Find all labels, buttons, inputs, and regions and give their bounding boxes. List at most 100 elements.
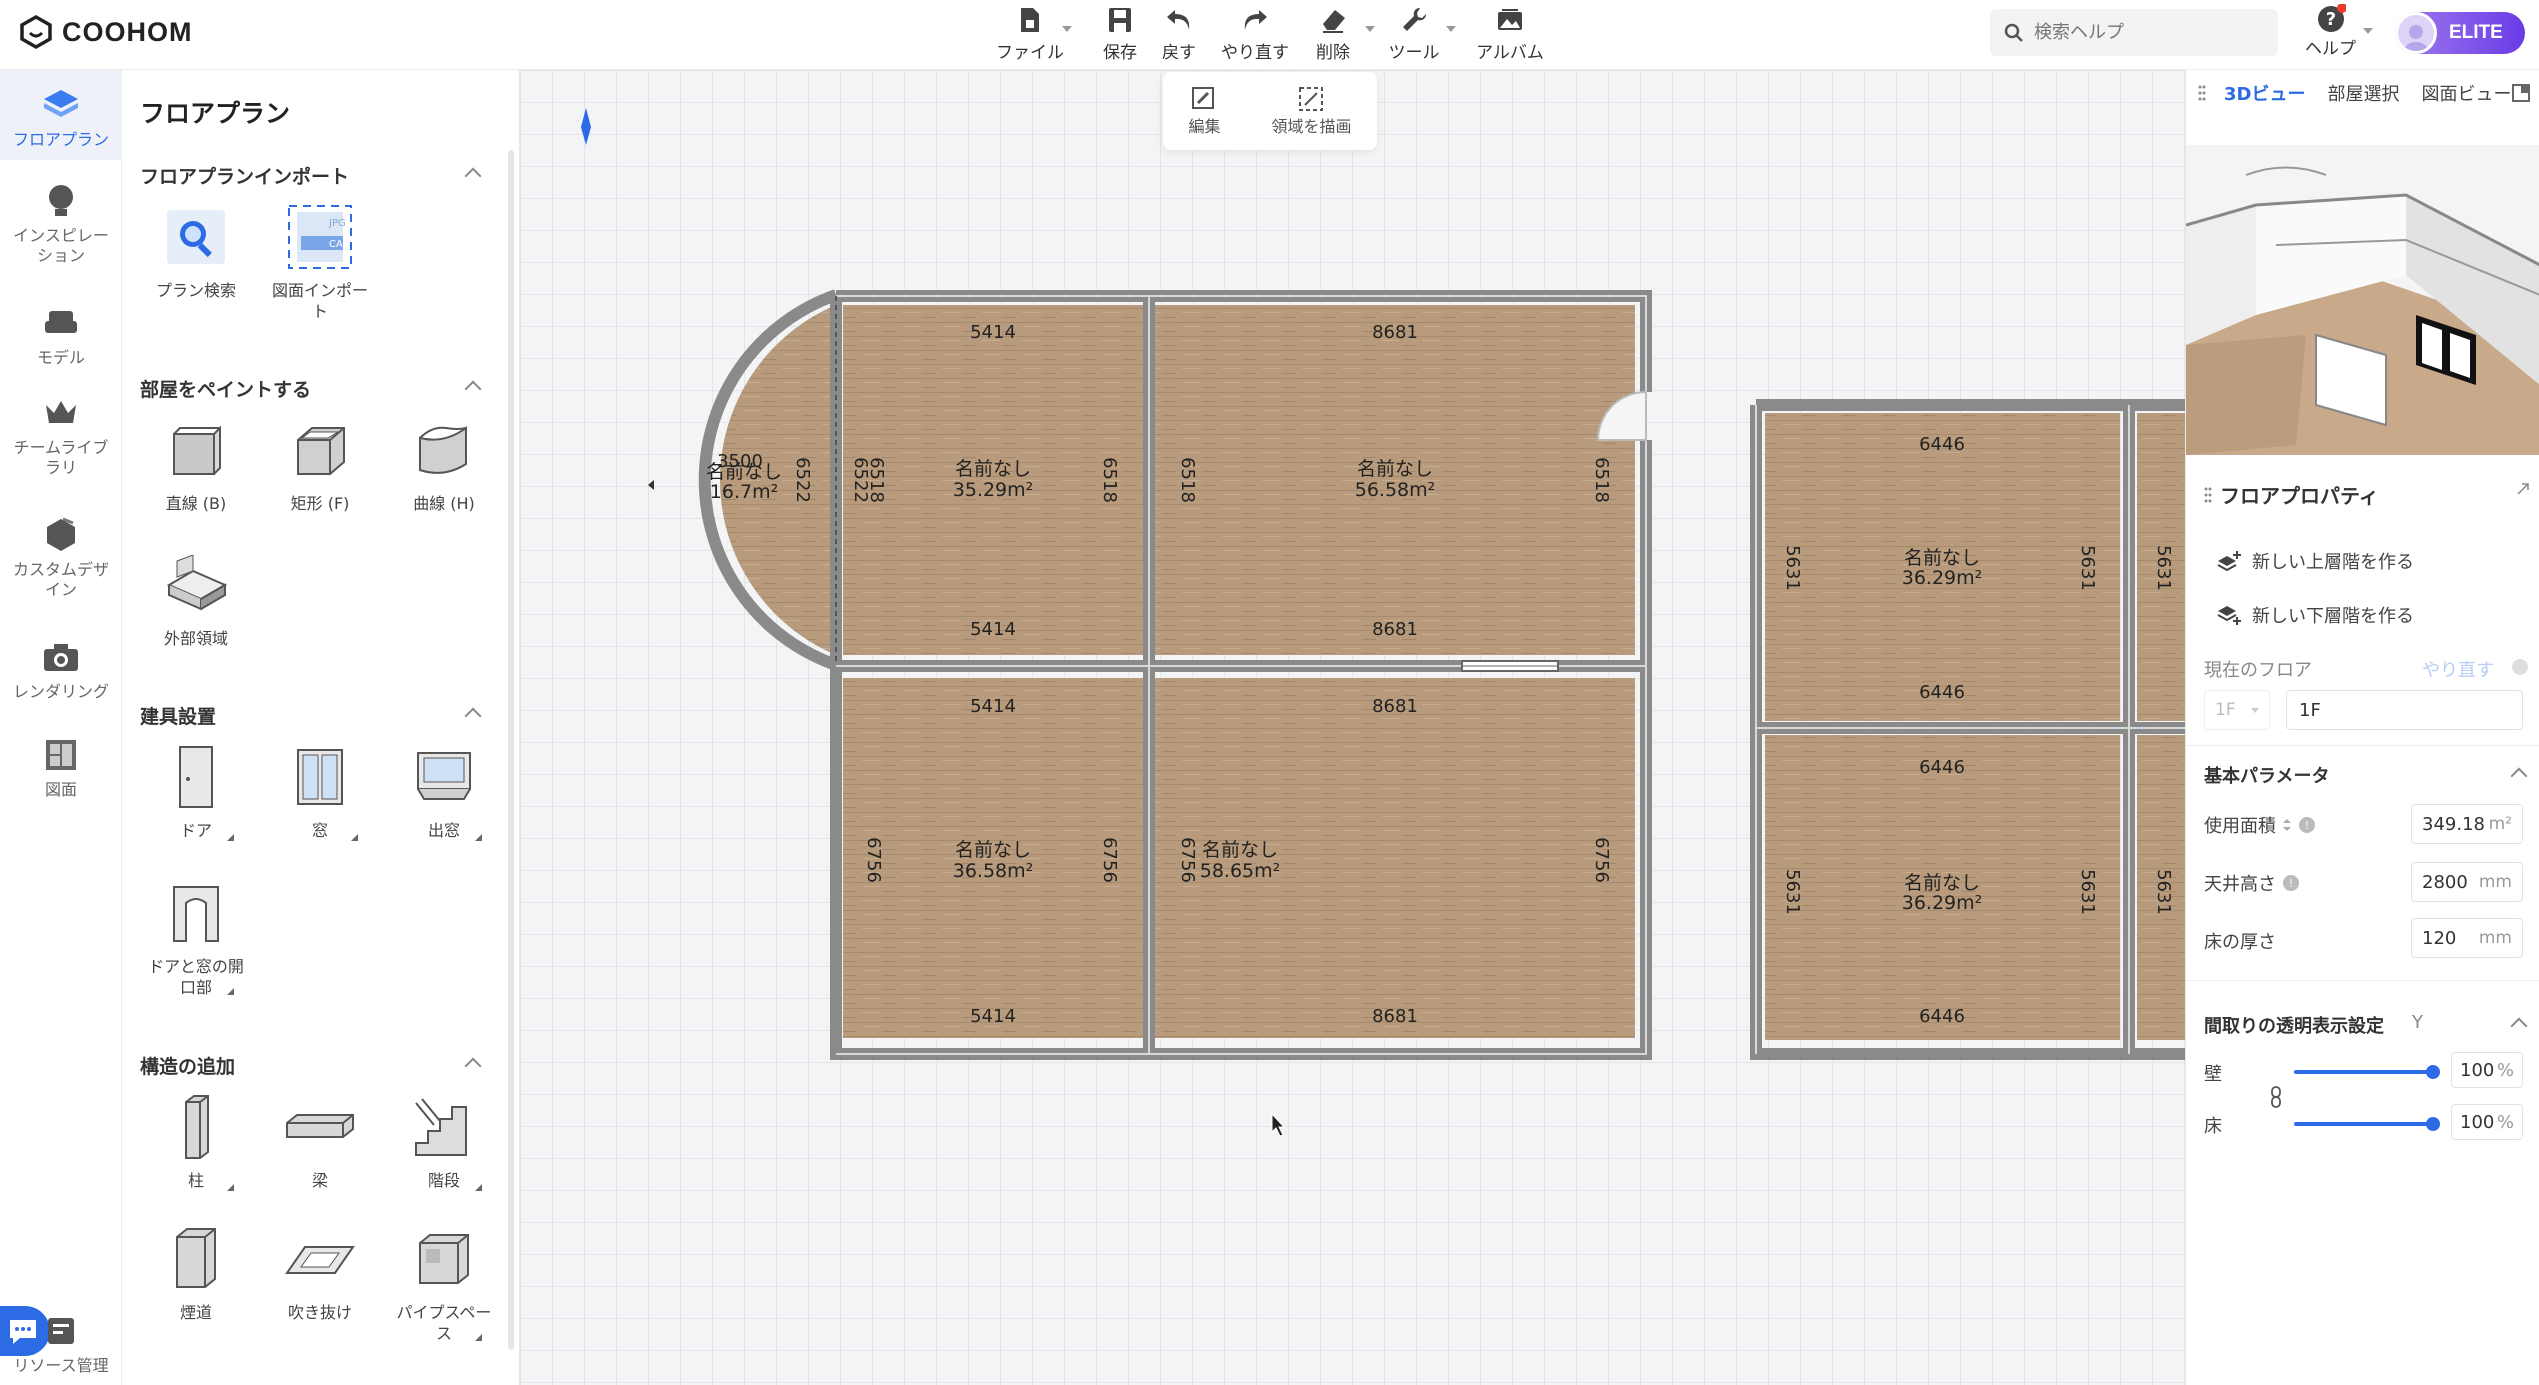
tab-3d-view[interactable]: 3Dビュー (2224, 80, 2305, 106)
room5-right-dim: 5631 (2077, 545, 2098, 591)
opening-item[interactable]: ドアと窓の開口部 (136, 878, 256, 998)
drawing-import-label: 図面インポート (271, 281, 368, 321)
room6-name: 名前なし (1904, 872, 1980, 894)
room4-left-dim: 6756 (1177, 837, 1198, 883)
drag-handle-icon[interactable] (2198, 84, 2206, 102)
paint-curve-item[interactable]: 曲線 (H) (384, 415, 504, 514)
floor-code-select[interactable]: 1F (2204, 690, 2270, 730)
info-icon[interactable]: ! (2282, 874, 2300, 892)
nav-rendering[interactable]: レンダリング (0, 636, 122, 702)
current-floor-redo-link[interactable]: やり直す (2422, 656, 2494, 682)
link-icon[interactable] (2270, 1086, 2282, 1108)
beam-item[interactable]: 梁 (260, 1092, 380, 1191)
avatar[interactable] (2395, 12, 2437, 54)
wall-transparency-slider[interactable] (2294, 1065, 2440, 1079)
new-lower-floor-button[interactable]: 新しい下層階を作る (2216, 602, 2414, 628)
paint-outer-area-label: 外部領域 (163, 629, 228, 648)
wall-transparency-input[interactable]: 100 % (2451, 1052, 2523, 1088)
nav-models-label: モデル (36, 348, 85, 367)
room5-area: 36.29m² (1902, 567, 1983, 589)
nav-floorplan[interactable]: フロアプラン (0, 70, 122, 160)
room3-top-dim: 5414 (970, 696, 1016, 717)
floorplan-drawing[interactable]: 3500 名前なし 16.7m² 6522 5414 5414 6522 651… (520, 70, 2185, 1385)
drawing-import-item[interactable]: JPG CAD 図面インポート (260, 202, 380, 322)
nav-inspiration[interactable]: インスピレーション (0, 180, 122, 266)
nav-custom-design[interactable]: カスタムデザイン (0, 514, 122, 600)
tab-room-select[interactable]: 部屋選択 (2327, 80, 2399, 106)
section-structure-chevron-icon[interactable] (464, 1057, 482, 1075)
help-search-box[interactable] (1990, 9, 2278, 56)
thickness-label: 床の厚さ (2204, 932, 2276, 953)
nav-models[interactable]: モデル (0, 302, 122, 368)
help-caret-icon[interactable] (2363, 28, 2373, 34)
redo-icon (1244, 10, 1267, 30)
room5-top-dim: 6446 (1919, 434, 1965, 455)
section-import-chevron-icon[interactable] (464, 167, 482, 185)
user-account-badge[interactable]: ELITE (2395, 12, 2525, 54)
brand-logo[interactable]: COOHOM (18, 14, 193, 50)
ceiling-input[interactable]: 2800 mm (2411, 862, 2523, 902)
lightbulb-icon (40, 180, 82, 222)
3d-preview[interactable] (2186, 145, 2539, 455)
nav-resource-management[interactable]: リソース管理 (0, 1310, 122, 1376)
floor-name-input[interactable]: 1F (2286, 690, 2523, 730)
paint-outer-area-item[interactable]: 外部領域 (136, 550, 256, 649)
thickness-input[interactable]: 120 mm (2411, 918, 2523, 958)
room4-top-dim: 8681 (1372, 696, 1418, 717)
expand-icon[interactable] (2516, 482, 2530, 496)
window-item[interactable]: 窓 (260, 742, 380, 841)
void-item[interactable]: 吹き抜け (260, 1224, 380, 1323)
floor-transparency-input[interactable]: 100 % (2451, 1104, 2523, 1140)
nav-drawings[interactable]: 図面 (0, 734, 122, 800)
file-icon (1021, 8, 1039, 32)
floor-transparency-slider[interactable] (2294, 1117, 2440, 1131)
tab-drawing-view[interactable]: 図面ビュー (2421, 80, 2511, 106)
paint-straight-label: 直線 (B) (165, 494, 227, 513)
stairs-icon (409, 1092, 479, 1162)
column-label: 柱 (187, 1171, 204, 1190)
bay-window-item[interactable]: 出窓 (384, 742, 504, 841)
nav-team-library-label: チームライブラリ (13, 438, 109, 477)
divider (2186, 745, 2539, 746)
armchair-icon (40, 302, 82, 344)
panel-scrollbar[interactable] (508, 150, 514, 1350)
room2-left-dim: 6518 (1177, 457, 1198, 503)
tools-menu-button[interactable]: ツール (1364, 4, 1464, 63)
edit-tool-button[interactable]: 編集 (1188, 85, 1221, 137)
window-label: 窓 (311, 821, 328, 840)
nav-rendering-label: レンダリング (12, 682, 109, 701)
floorplan-cube-icon (40, 84, 82, 126)
stairs-item[interactable]: 階段 (384, 1092, 504, 1191)
nav-team-library[interactable]: チームライブラリ (0, 392, 122, 478)
help-search-input[interactable] (2034, 22, 2254, 43)
room6-bottom-dim: 6446 (1919, 1006, 1965, 1027)
help-button[interactable]: ? ヘルプ (2305, 4, 2356, 59)
info-icon[interactable] (2511, 658, 2529, 676)
plan-search-item[interactable]: プラン検索 (136, 202, 256, 301)
room2-area: 56.58m² (1355, 479, 1436, 501)
transparency-chevron-icon[interactable] (2510, 1017, 2528, 1035)
draw-area-tool-button[interactable]: 領域を描画 (1271, 85, 1352, 137)
album-button[interactable]: アルバム (1460, 4, 1560, 63)
floorplan-canvas[interactable]: 3500 名前なし 16.7m² 6522 5414 5414 6522 651… (520, 70, 2185, 1385)
compass-north-icon[interactable] (581, 108, 591, 145)
info-icon[interactable]: ! (2298, 816, 2316, 834)
sort-icon[interactable] (2282, 818, 2292, 832)
window-icon (285, 742, 355, 812)
paint-rectangle-item[interactable]: 矩形 (F) (260, 415, 380, 514)
drag-handle-icon[interactable] (2204, 486, 2212, 504)
section-fixtures-chevron-icon[interactable] (464, 707, 482, 725)
pipe-space-item[interactable]: パイプスペース (384, 1224, 504, 1344)
file-menu-button[interactable]: ファイル (980, 4, 1080, 63)
collapse-panel-icon[interactable] (2512, 84, 2530, 102)
section-paint-chevron-icon[interactable] (464, 380, 482, 398)
area-input[interactable]: 349.18 m² (2411, 804, 2523, 844)
new-upper-floor-button[interactable]: 新しい上層階を作る (2216, 548, 2414, 574)
flue-icon (161, 1224, 231, 1294)
paint-straight-item[interactable]: 直線 (B) (136, 415, 256, 514)
column-item[interactable]: 柱 (136, 1092, 256, 1191)
basic-params-chevron-icon[interactable] (2510, 767, 2528, 785)
door-item[interactable]: ドア (136, 742, 256, 841)
flue-item[interactable]: 煙道 (136, 1224, 256, 1323)
bay-window-label: 出窓 (427, 821, 460, 840)
